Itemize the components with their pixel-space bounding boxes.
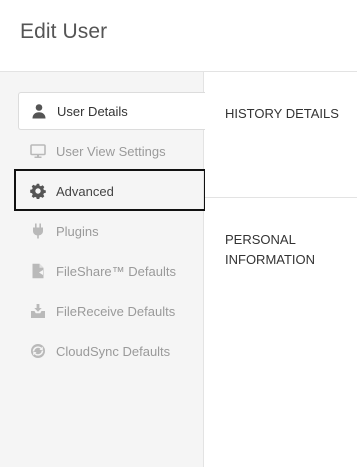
- sidebar-nav: User Details User View Settings Advanced…: [0, 72, 205, 467]
- sidebar-item-cloudsync-defaults[interactable]: CloudSync Defaults: [18, 332, 204, 370]
- sidebar-item-label: CloudSync Defaults: [56, 343, 171, 359]
- page-header: Edit User: [0, 0, 357, 72]
- user-icon: [31, 103, 47, 119]
- gear-icon: [30, 183, 46, 199]
- sidebar-item-label: Advanced: [56, 183, 114, 199]
- sidebar-item-label: User View Settings: [56, 143, 166, 159]
- sidebar-item-advanced[interactable]: Advanced: [18, 172, 204, 210]
- section-title: PERSONAL INFORMATION: [225, 232, 316, 267]
- page-title: Edit User: [20, 20, 108, 43]
- sidebar-item-label: FileShare™ Defaults: [56, 263, 176, 279]
- sidebar-item-user-details[interactable]: User Details: [18, 92, 205, 130]
- sidebar-item-label: Plugins: [56, 223, 99, 239]
- sidebar-item-fileshare-defaults[interactable]: FileShare™ Defaults: [18, 252, 204, 290]
- sidebar-item-user-view-settings[interactable]: User View Settings: [18, 132, 204, 170]
- fileshare-icon: [30, 263, 46, 279]
- personal-information-section: PERSONAL INFORMATION: [205, 198, 357, 398]
- filereceive-icon: [30, 303, 46, 319]
- monitor-icon: [30, 143, 46, 159]
- sidebar-item-label: User Details: [57, 103, 128, 119]
- sidebar-item-label: FileReceive Defaults: [56, 303, 176, 319]
- cloudsync-icon: [30, 343, 46, 359]
- sidebar-item-plugins[interactable]: Plugins: [18, 212, 204, 250]
- plug-icon: [30, 223, 46, 239]
- history-details-section: HISTORY DETAILS: [205, 72, 357, 197]
- main-content: HISTORY DETAILS PERSONAL INFORMATION: [205, 72, 357, 467]
- section-title: HISTORY DETAILS: [225, 106, 339, 121]
- sidebar-item-filereceive-defaults[interactable]: FileReceive Defaults: [18, 292, 204, 330]
